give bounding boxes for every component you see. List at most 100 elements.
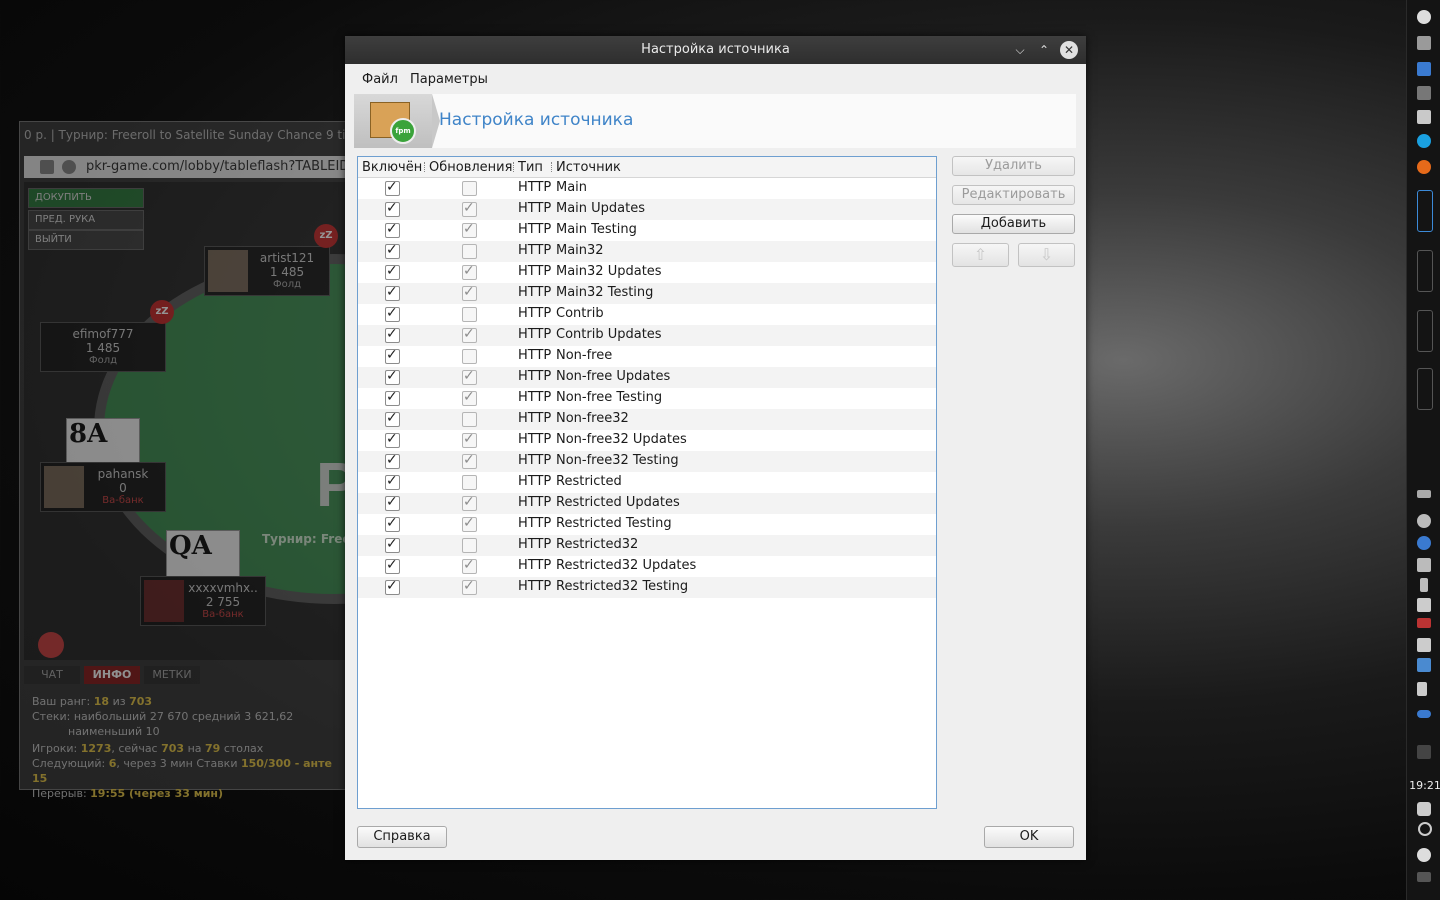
updates-checkbox[interactable] (462, 284, 477, 301)
tab-chat[interactable]: ЧАТ (24, 666, 80, 684)
minimize-icon[interactable]: ⌵ (1012, 42, 1028, 58)
updates-checkbox[interactable] (462, 326, 477, 343)
enabled-checkbox[interactable] (385, 326, 400, 343)
tray-notes-icon[interactable] (1417, 598, 1431, 612)
table-row[interactable]: HTTP Non-free32 Testing (358, 451, 936, 472)
bluetooth-icon[interactable] (1420, 578, 1428, 592)
files-icon[interactable] (1417, 86, 1431, 100)
updates-checkbox[interactable] (462, 200, 477, 217)
previous-hand-button[interactable]: ПРЕД. РУКА (28, 210, 144, 230)
table-row[interactable]: HTTP Restricted Testing (358, 514, 936, 535)
updates-checkbox[interactable] (462, 389, 477, 406)
edit-button[interactable]: Редактировать (952, 185, 1075, 205)
menu-file[interactable]: Файл (362, 72, 398, 87)
task-item[interactable] (1417, 250, 1433, 292)
power-icon[interactable] (1418, 822, 1432, 836)
enabled-checkbox[interactable] (385, 452, 400, 469)
volume-icon[interactable] (1417, 638, 1431, 652)
tray-clipboard-icon[interactable] (1417, 558, 1431, 572)
tray-arrow-icon[interactable] (1417, 682, 1427, 696)
table-row[interactable]: HTTP Main32 Testing (358, 283, 936, 304)
table-row[interactable]: HTTP Non-free Testing (358, 388, 936, 409)
table-row[interactable]: HTTP Main Updates (358, 199, 936, 220)
panel-menu-icon[interactable] (1417, 872, 1431, 882)
enabled-checkbox[interactable] (385, 389, 400, 406)
menu-parameters[interactable]: Параметры (410, 72, 488, 87)
keyboard-layout-flag-icon[interactable] (1417, 618, 1431, 628)
table-row[interactable]: HTTP Main32 (358, 241, 936, 262)
kde-launcher-icon[interactable] (1417, 10, 1431, 24)
background-browser-window[interactable]: 0 р. | Турнир: Freeroll to Satellite Sun… (19, 121, 359, 800)
add-button[interactable]: Добавить (952, 214, 1075, 234)
updates-checkbox[interactable] (462, 221, 477, 238)
updates-checkbox[interactable] (462, 368, 477, 385)
column-enabled[interactable]: Включён (362, 160, 422, 175)
updates-checkbox[interactable] (462, 431, 477, 448)
column-separator[interactable] (513, 162, 515, 172)
enabled-checkbox[interactable] (385, 347, 400, 364)
enabled-checkbox[interactable] (385, 284, 400, 301)
toggle-icon[interactable] (1417, 710, 1431, 718)
tab-info[interactable]: ИНФО (84, 666, 140, 684)
sources-list[interactable]: Включён Обновления Тип Источник HTTP Main… (357, 156, 937, 809)
address-bar[interactable]: pkr-game.com/lobby/tableflash?TABLEID=1e (24, 156, 346, 178)
updates-checkbox[interactable] (462, 557, 477, 574)
updates-checkbox[interactable] (462, 263, 477, 280)
task-item[interactable] (1417, 190, 1433, 232)
updates-checkbox[interactable] (462, 181, 477, 196)
messages-icon[interactable] (1417, 110, 1431, 124)
table-row[interactable]: HTTP Restricted Updates (358, 493, 936, 514)
enabled-checkbox[interactable] (385, 557, 400, 574)
tray-network-icon[interactable] (1417, 536, 1431, 550)
exit-button[interactable]: ВЫЙТИ (28, 230, 144, 250)
table-row[interactable]: HTTP Restricted32 (358, 535, 936, 556)
titlebar[interactable]: Настройка источника ⌵ ⌃ ✕ (345, 36, 1086, 64)
column-source[interactable]: Источник (556, 160, 621, 175)
table-row[interactable]: HTTP Main32 Updates (358, 262, 936, 283)
rebuy-button[interactable]: ДОКУПИТЬ (28, 188, 144, 208)
enabled-checkbox[interactable] (385, 578, 400, 595)
enabled-checkbox[interactable] (385, 242, 400, 259)
column-type[interactable]: Тип (518, 160, 543, 175)
mail-icon[interactable] (1417, 62, 1431, 76)
close-icon[interactable]: ✕ (1060, 41, 1078, 59)
table-row[interactable]: HTTP Restricted (358, 472, 936, 493)
help-button[interactable]: Справка (357, 826, 447, 848)
table-row[interactable]: HTTP Non-free32 Updates (358, 430, 936, 451)
ok-button[interactable]: OK (984, 826, 1074, 848)
tray-monitor-icon[interactable] (1417, 658, 1431, 672)
updates-checkbox[interactable] (462, 515, 477, 532)
table-row[interactable]: HTTP Contrib (358, 304, 936, 325)
firefox-icon[interactable] (1417, 160, 1431, 174)
table-row[interactable]: HTTP Non-free32 (358, 409, 936, 430)
task-item[interactable] (1417, 310, 1433, 352)
updates-checkbox[interactable] (462, 578, 477, 595)
table-row[interactable]: HTTP Non-free (358, 346, 936, 367)
tray-display-icon[interactable] (1417, 490, 1431, 498)
updates-checkbox[interactable] (462, 475, 477, 490)
enabled-checkbox[interactable] (385, 473, 400, 490)
skype-icon[interactable] (1417, 134, 1431, 148)
move-down-button[interactable]: ⇩ (1018, 243, 1075, 267)
enabled-checkbox[interactable] (385, 536, 400, 553)
updates-checkbox[interactable] (462, 494, 477, 511)
table-row[interactable]: HTTP Restricted32 Testing (358, 577, 936, 598)
kde-gear-icon[interactable] (1417, 848, 1431, 862)
tray-tools-icon[interactable] (1417, 514, 1431, 528)
updates-checkbox[interactable] (462, 244, 477, 259)
updates-checkbox[interactable] (462, 307, 477, 322)
column-updates[interactable]: Обновления (429, 160, 512, 175)
delete-button[interactable]: Удалить (952, 156, 1075, 176)
updates-checkbox[interactable] (462, 452, 477, 469)
lock-icon[interactable] (1417, 802, 1431, 816)
pause-icon[interactable] (38, 632, 64, 658)
app-grid-icon[interactable] (1417, 36, 1431, 50)
enabled-checkbox[interactable] (385, 179, 400, 196)
table-row[interactable]: HTTP Main Testing (358, 220, 936, 241)
enabled-checkbox[interactable] (385, 200, 400, 217)
enabled-checkbox[interactable] (385, 431, 400, 448)
updates-checkbox[interactable] (462, 349, 477, 364)
enabled-checkbox[interactable] (385, 263, 400, 280)
enabled-checkbox[interactable] (385, 410, 400, 427)
updates-checkbox[interactable] (462, 412, 477, 427)
